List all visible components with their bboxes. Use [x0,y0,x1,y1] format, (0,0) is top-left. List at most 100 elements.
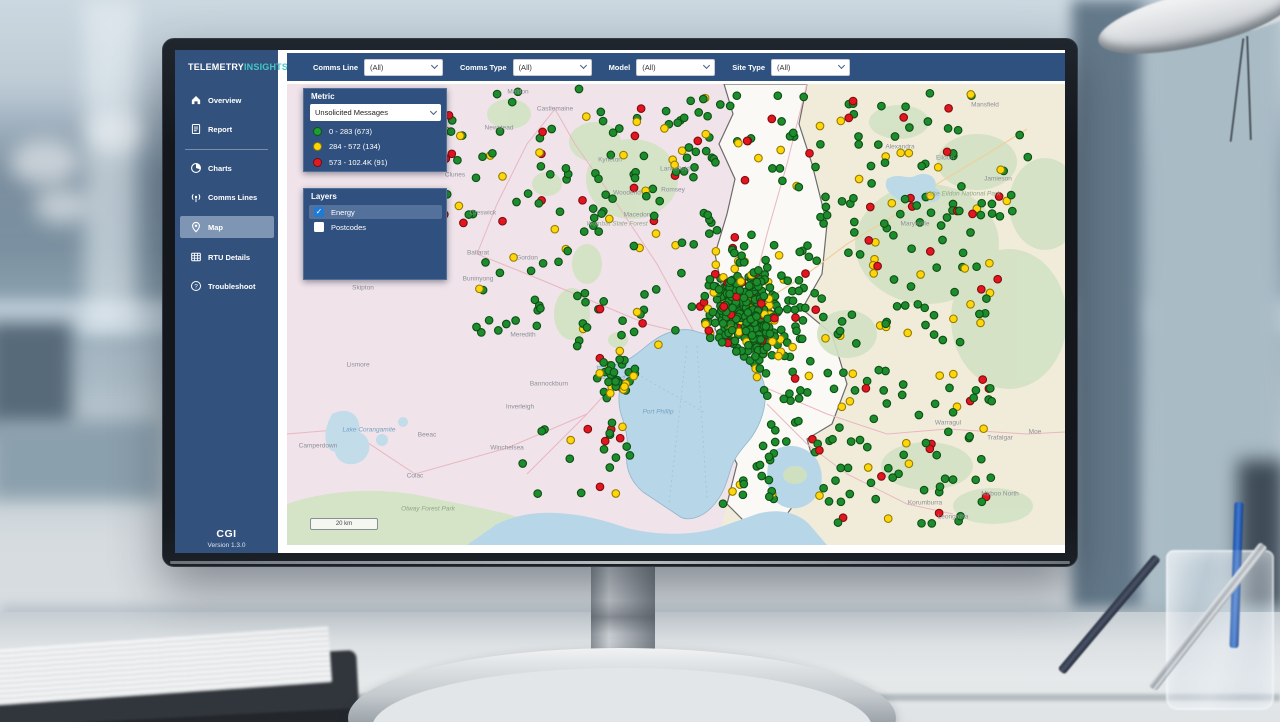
site-dot-green[interactable] [547,171,555,179]
site-dot-green[interactable] [956,207,964,215]
site-dot-green[interactable] [616,125,624,133]
site-dot-green[interactable] [791,306,799,314]
site-dot-green[interactable] [527,267,535,275]
site-dot-green[interactable] [902,103,910,111]
site-dot-green[interactable] [766,493,774,501]
site-dot-yellow[interactable] [904,329,912,337]
site-dot-green[interactable] [770,241,778,249]
site-dot-yellow[interactable] [884,515,892,523]
site-dot-green[interactable] [867,162,875,170]
site-dot-green[interactable] [493,90,501,98]
site-dot-yellow[interactable] [846,398,854,406]
site-dot-green[interactable] [566,455,574,463]
site-dot-green[interactable] [662,107,670,115]
site-dot-yellow[interactable] [838,403,846,411]
site-dot-green[interactable] [850,194,858,202]
site-dot-green[interactable] [630,328,638,336]
site-dot-green[interactable] [838,318,846,326]
site-dot-green[interactable] [602,191,610,199]
site-dot-green[interactable] [837,498,845,506]
site-dot-green[interactable] [901,195,909,203]
site-dot-green[interactable] [875,141,883,149]
site-dot-green[interactable] [970,394,978,402]
site-dot-green[interactable] [718,339,726,347]
site-dot-green[interactable] [881,220,889,228]
site-dot-yellow[interactable] [731,265,739,273]
site-dot-green[interactable] [719,500,727,508]
site-dot-green[interactable] [779,177,787,185]
site-dot-green[interactable] [691,164,699,172]
site-dot-green[interactable] [820,313,828,321]
site-dot-green[interactable] [973,263,981,271]
site-dot-yellow[interactable] [655,341,663,349]
site-dot-green[interactable] [736,287,744,295]
site-dot-green[interactable] [933,451,941,459]
site-dot-red[interactable] [758,300,766,308]
site-dot-green[interactable] [939,236,947,244]
site-dot-green[interactable] [626,452,634,460]
sidebar-item-charts[interactable]: Charts [180,157,274,179]
site-dot-yellow[interactable] [619,423,627,431]
site-dot-red[interactable] [849,97,857,105]
layer-row-postcodes[interactable]: Postcodes [309,220,442,234]
site-dot-red[interactable] [978,286,986,294]
site-dot-green[interactable] [539,260,547,268]
site-dot-yellow[interactable] [735,139,743,147]
site-dot-green[interactable] [783,438,791,446]
site-dot-green[interactable] [762,256,770,264]
site-dot-red[interactable] [969,210,977,218]
site-dot-yellow[interactable] [888,199,896,207]
site-dot-green[interactable] [920,486,928,494]
sidebar-item-rtu-details[interactable]: RTU Details [180,246,274,268]
site-dot-yellow[interactable] [864,464,872,472]
site-dot-green[interactable] [908,245,916,253]
site-dot-green[interactable] [853,340,861,348]
site-dot-red[interactable] [802,270,810,278]
site-dot-yellow[interactable] [822,335,830,343]
site-dot-green[interactable] [598,210,606,218]
site-dot-green[interactable] [804,242,812,250]
site-dot-green[interactable] [918,162,926,170]
site-dot-green[interactable] [556,208,564,216]
site-dot-green[interactable] [740,294,748,302]
site-dot-green[interactable] [731,249,739,257]
site-dot-yellow[interactable] [729,488,737,496]
site-dot-green[interactable] [805,253,813,261]
site-dot-yellow[interactable] [816,492,824,500]
metric-dropdown[interactable]: Unsolicited Messages [310,104,441,121]
site-dot-green[interactable] [548,125,556,133]
site-dot-red[interactable] [874,262,882,270]
site-dot-yellow[interactable] [712,261,720,269]
site-dot-green[interactable] [880,387,888,395]
site-dot-red[interactable] [499,217,507,225]
site-dot-green[interactable] [618,331,626,339]
site-dot-yellow[interactable] [936,372,944,380]
site-dot-red[interactable] [792,314,800,322]
sidebar-item-troubleshoot[interactable]: ?Troubleshoot [180,275,274,297]
site-dot-green[interactable] [575,85,583,93]
site-dot-green[interactable] [652,286,660,294]
site-dot-red[interactable] [816,447,824,455]
site-dot-green[interactable] [836,424,844,432]
site-dot-yellow[interactable] [805,372,813,380]
site-dot-green[interactable] [812,163,820,171]
site-dot-green[interactable] [674,119,682,127]
site-dot-green[interactable] [795,183,803,191]
site-dot-green[interactable] [915,411,923,419]
site-dot-green[interactable] [851,387,859,395]
site-dot-green[interactable] [800,93,808,101]
site-dot-green[interactable] [717,101,725,109]
site-dot-green[interactable] [822,203,830,211]
site-dot-yellow[interactable] [499,173,507,181]
site-dot-green[interactable] [582,298,590,306]
site-dot-green[interactable] [988,210,996,218]
filter-dropdown[interactable]: (All) [636,59,715,76]
site-dot-red[interactable] [579,197,587,205]
sidebar-item-comms-lines[interactable]: Comms Lines [180,186,274,208]
site-dot-yellow[interactable] [702,130,710,138]
site-dot-green[interactable] [755,267,763,275]
site-dot-green[interactable] [885,464,893,472]
site-dot-red[interactable] [601,437,609,445]
site-dot-green[interactable] [706,334,714,342]
site-dot-green[interactable] [537,163,545,171]
